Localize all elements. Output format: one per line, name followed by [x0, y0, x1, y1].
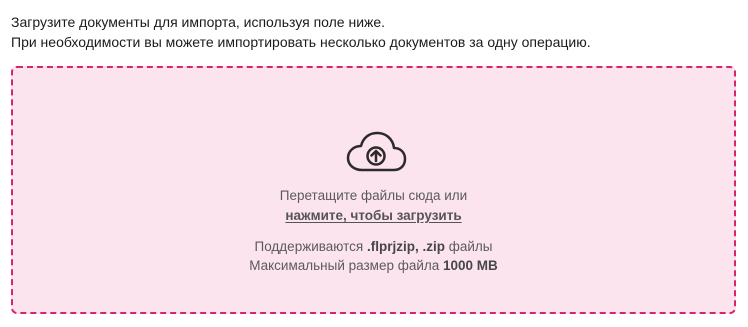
import-instructions-line-2: При необходимости вы можете импортироват… — [11, 34, 591, 50]
supported-formats-line: Поддерживаются .flprjzip, .zip файлы — [13, 237, 734, 257]
max-file-size-value: 1000 MB — [443, 258, 498, 273]
supported-formats-suffix: файлы — [444, 239, 493, 254]
click-to-upload-line: нажмите, чтобы загрузить — [13, 206, 734, 226]
max-file-size-prefix: Максимальный размер файла — [249, 258, 444, 273]
supported-formats-value: .flprjzip, .zip — [366, 239, 445, 254]
import-instructions: Загрузите документы для импорта, использ… — [11, 12, 739, 52]
cloud-upload-icon — [345, 131, 407, 175]
max-file-size-line: Максимальный размер файла 1000 MB — [13, 256, 734, 276]
click-to-upload-link[interactable]: нажмите, чтобы загрузить — [285, 208, 461, 223]
supported-formats-prefix: Поддерживаются — [254, 239, 367, 254]
file-dropzone[interactable]: Перетащите файлы сюда или нажмите, чтобы… — [11, 66, 736, 314]
import-instructions-line-1: Загрузите документы для импорта, использ… — [11, 14, 386, 30]
drag-files-text: Перетащите файлы сюда или — [279, 188, 468, 203]
